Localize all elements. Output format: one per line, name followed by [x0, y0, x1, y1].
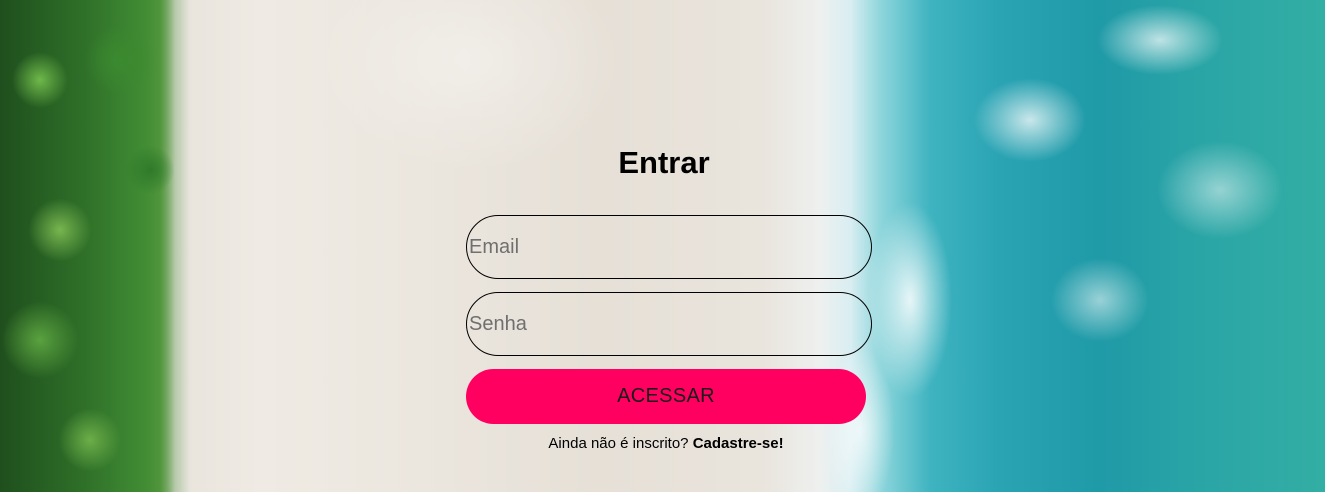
- jungle-foliage: [0, 0, 190, 492]
- signup-text: Ainda não é inscrito?: [548, 435, 689, 452]
- password-field[interactable]: [466, 292, 872, 356]
- submit-button[interactable]: ACESSAR: [466, 369, 866, 424]
- email-field[interactable]: [466, 215, 872, 279]
- signup-link[interactable]: Cadastre-se!: [693, 435, 784, 452]
- signup-prompt: Ainda não é inscrito? Cadastre-se!: [343, 435, 989, 452]
- ocean-surf: [800, 0, 1325, 492]
- login-title: Entrar: [618, 145, 710, 180]
- login-form: Entrar ACESSAR Ainda não é inscrito? Cad…: [466, 140, 872, 452]
